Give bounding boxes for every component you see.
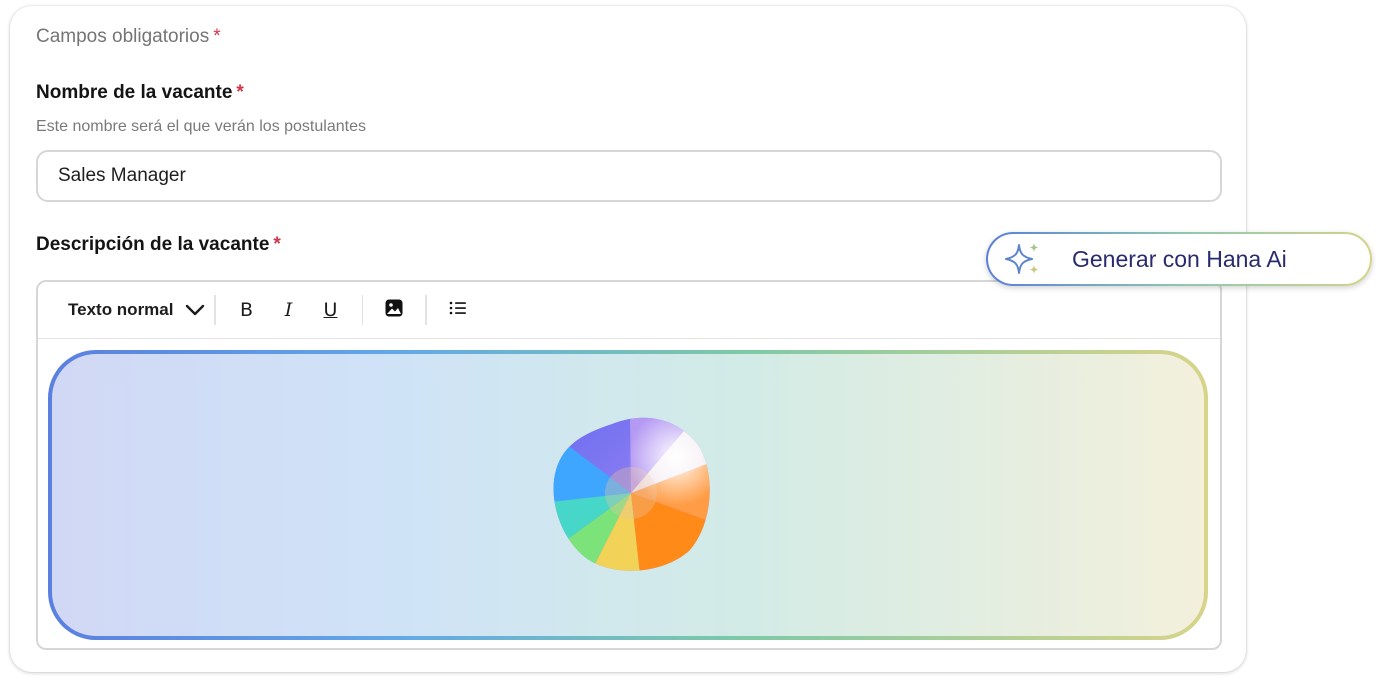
required-mark: * [236, 82, 244, 103]
italic-button[interactable]: I [268, 290, 310, 330]
job-description-label-text: Descripción de la vacante [36, 234, 270, 255]
rich-text-editor: Texto normal B I U [36, 280, 1222, 650]
ai-generation-area[interactable] [48, 350, 1208, 640]
job-name-input[interactable] [36, 150, 1222, 202]
bulleted-list-button[interactable] [437, 290, 479, 330]
job-name-helper: Este nombre será el que verán los postul… [36, 118, 366, 135]
italic-icon: I [284, 299, 293, 321]
job-name-label-text: Nombre de la vacante [36, 82, 233, 103]
required-mark: * [273, 234, 281, 255]
chevron-down-icon [185, 304, 205, 316]
list-group [427, 290, 489, 330]
bold-button[interactable]: B [226, 290, 268, 330]
bulleted-list-icon [449, 300, 467, 321]
job-description-label: Descripción de la vacante * [36, 234, 281, 256]
insert-group [363, 290, 425, 330]
image-icon [385, 299, 403, 322]
required-mark: * [213, 26, 221, 47]
text-style-select[interactable]: Texto normal [38, 282, 214, 338]
format-group: B I U [216, 290, 362, 330]
ai-orb-icon [550, 412, 712, 574]
generate-with-ai-button[interactable]: Generar con Hana Ai [986, 232, 1372, 286]
job-form-card: Campos obligatorios * Nombre de la vacant… [10, 6, 1246, 672]
job-name-label: Nombre de la vacante * [36, 82, 244, 104]
underline-icon: U [323, 299, 338, 321]
editor-toolbar: Texto normal B I U [38, 282, 1220, 339]
text-style-value: Texto normal [68, 300, 174, 319]
insert-image-button[interactable] [373, 290, 415, 330]
bold-icon: B [239, 299, 254, 321]
required-note-text: Campos obligatorios [36, 26, 210, 47]
sparkles-icon [1002, 241, 1042, 277]
underline-button[interactable]: U [310, 290, 352, 330]
required-fields-note: Campos obligatorios * [36, 26, 221, 48]
generate-with-ai-label: Generar con Hana Ai [1072, 245, 1287, 272]
